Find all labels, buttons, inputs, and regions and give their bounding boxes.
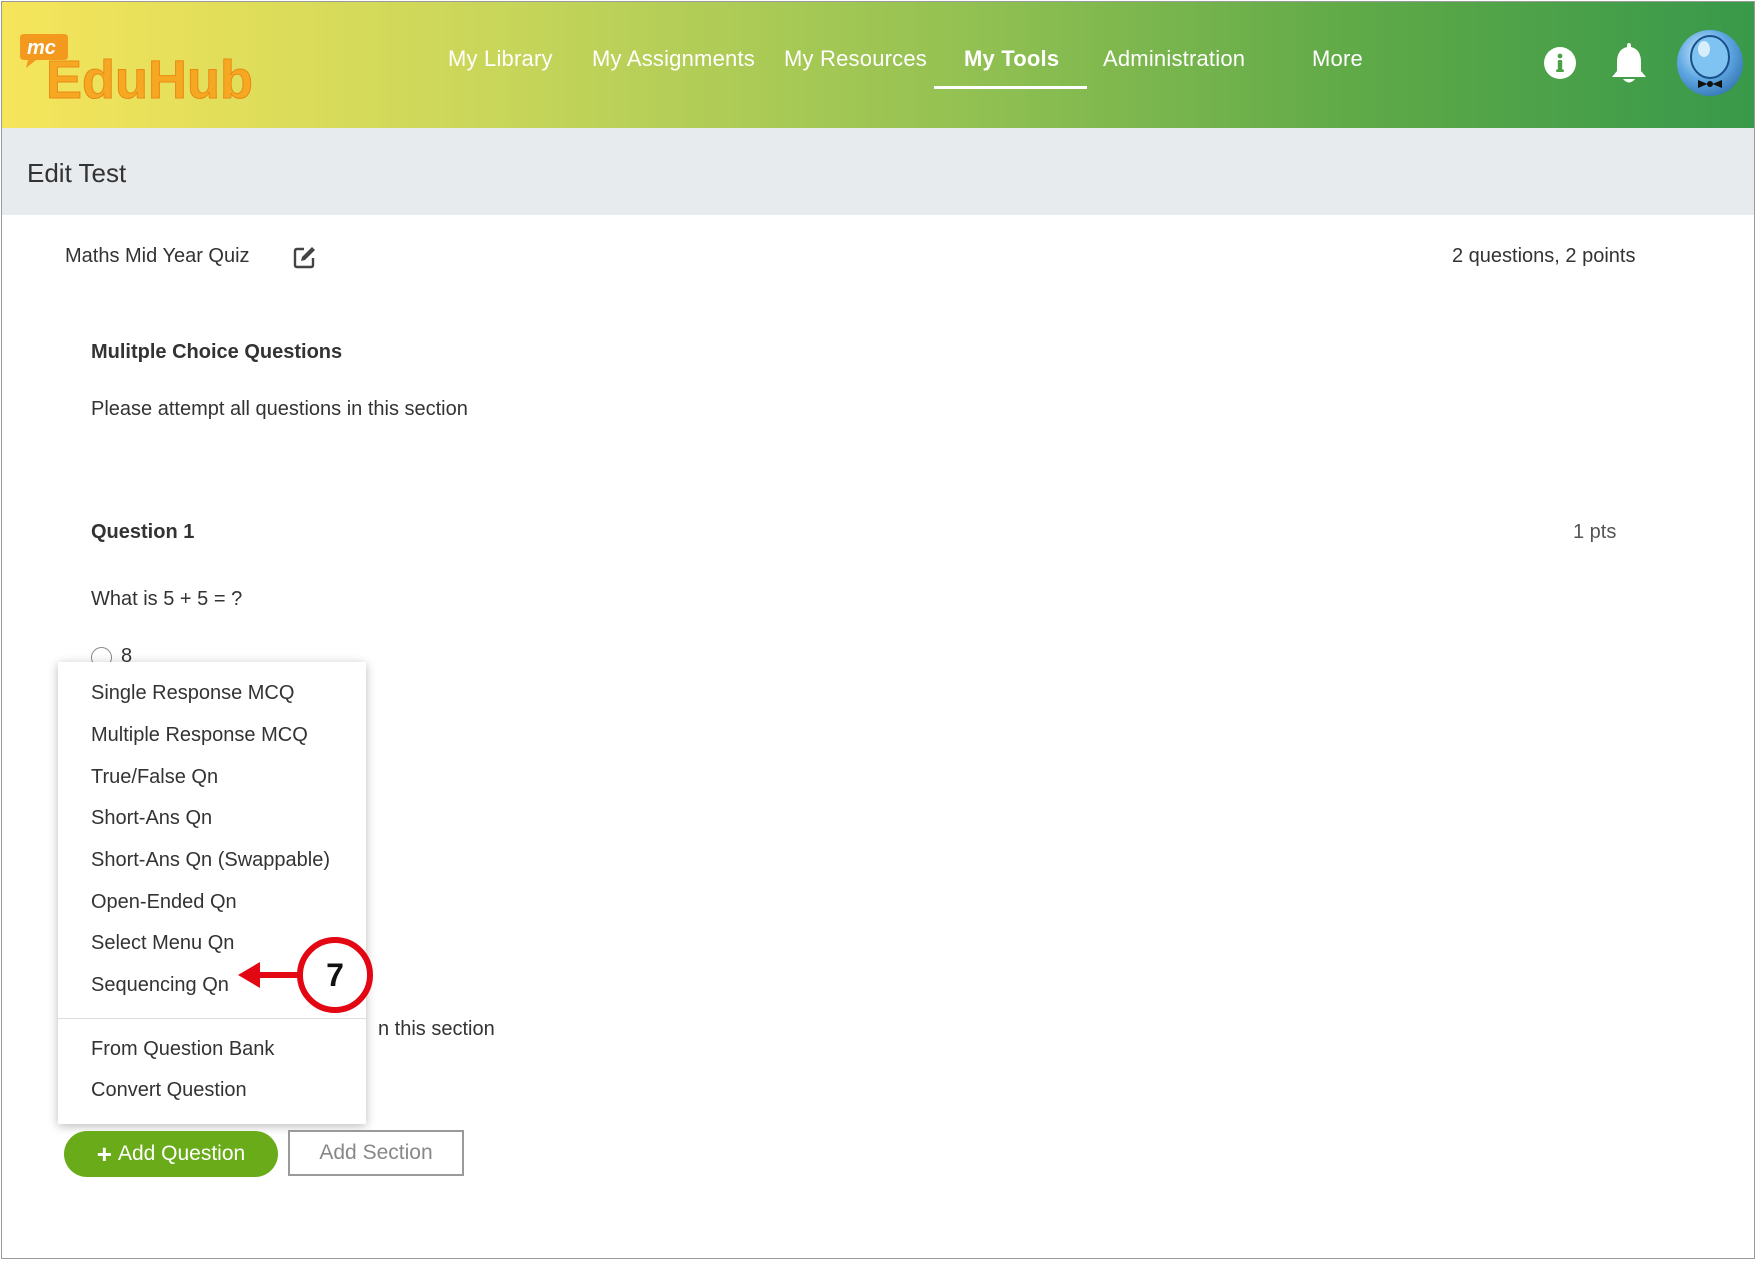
- menu-item-select-menu[interactable]: Select Menu Qn: [91, 932, 234, 955]
- eduhub-logo[interactable]: mc EduHub: [16, 32, 276, 102]
- nav-my-tools[interactable]: My Tools: [964, 46, 1059, 72]
- menu-item-multiple-response-mcq[interactable]: Multiple Response MCQ: [91, 724, 308, 747]
- menu-item-sequencing[interactable]: Sequencing Qn: [91, 974, 229, 997]
- info-icon[interactable]: [1543, 46, 1577, 80]
- page-title: Edit Test: [27, 158, 127, 188]
- add-question-button[interactable]: + Add Question: [64, 1131, 278, 1177]
- app-window: mc EduHub My Library My Assignments My R…: [1, 1, 1755, 1259]
- question-text: What is 5 + 5 = ?: [91, 588, 243, 610]
- plus-icon: +: [96, 1139, 112, 1169]
- section-description: Please attempt all questions in this sec…: [91, 398, 468, 420]
- menu-item-open-ended[interactable]: Open-Ended Qn: [91, 891, 237, 914]
- step-callout-badge: 7: [297, 937, 373, 1013]
- top-navigation-bar: mc EduHub My Library My Assignments My R…: [2, 2, 1754, 128]
- add-question-label: Add Question: [117, 1142, 246, 1165]
- bell-icon[interactable]: [1608, 40, 1650, 86]
- svg-text:EduHub: EduHub: [46, 50, 253, 102]
- question-points: 1 pts: [1573, 521, 1617, 543]
- menu-item-short-answer-swappable[interactable]: Short-Ans Qn (Swappable): [91, 849, 330, 872]
- page-title-bar: [2, 128, 1754, 215]
- edit-icon[interactable]: [293, 245, 317, 269]
- add-section-button[interactable]: Add Section: [288, 1130, 464, 1176]
- section-title: Mulitple Choice Questions: [91, 341, 343, 363]
- menu-item-short-answer[interactable]: Short-Ans Qn: [91, 807, 212, 830]
- nav-more[interactable]: More: [1312, 46, 1363, 72]
- nav-my-assignments[interactable]: My Assignments: [592, 46, 755, 72]
- section-2-description: n this section: [378, 1018, 495, 1040]
- avatar-image: [1690, 35, 1730, 88]
- menu-item-single-response-mcq[interactable]: Single Response MCQ: [91, 682, 294, 705]
- menu-divider: [58, 1018, 366, 1019]
- nav-my-library[interactable]: My Library: [448, 46, 553, 72]
- nav-active-underline: [934, 86, 1087, 89]
- question-title: Question 1: [91, 521, 195, 543]
- test-name: Maths Mid Year Quiz: [65, 245, 250, 267]
- menu-item-from-question-bank[interactable]: From Question Bank: [91, 1038, 274, 1061]
- avatar[interactable]: [1677, 30, 1743, 96]
- menu-item-convert-question[interactable]: Convert Question: [91, 1079, 247, 1102]
- nav-my-resources[interactable]: My Resources: [784, 46, 927, 72]
- add-question-menu: Single Response MCQ Multiple Response MC…: [58, 662, 366, 1124]
- test-summary: 2 questions, 2 points: [1452, 245, 1636, 267]
- menu-item-true-false[interactable]: True/False Qn: [91, 766, 218, 789]
- nav-administration[interactable]: Administration: [1103, 46, 1245, 72]
